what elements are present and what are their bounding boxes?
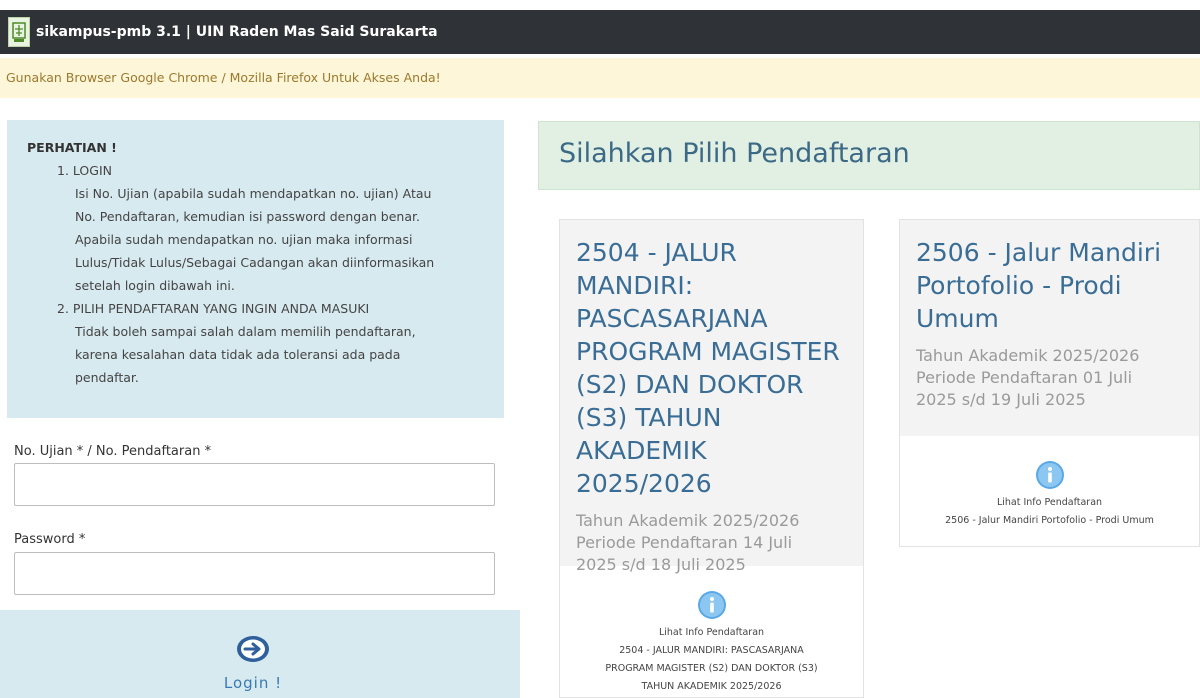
attention-line: Tidak boleh sampai salah dalam memilih p… [75,324,416,339]
exam-number-input[interactable] [14,463,495,506]
password-label: Password * [14,532,86,547]
attention-line: setelah login dibawah ini. [75,278,235,293]
view-info-link[interactable]: Lihat Info Pendaftaran [900,494,1199,512]
card-footer-line: TAHUN AKADEMIK 2025/2026 [641,681,782,692]
attention-item-choose-text: Tidak boleh sampai salah dalam memilih p… [27,320,484,389]
registration-heading: Silahkan Pilih Pendaftaran [559,138,910,169]
card-title-line: 2506 - Jalur Mandiri [916,238,1162,267]
card-footer: Lihat Info Pendaftaran 2504 - JALUR MAND… [560,566,863,696]
card-body: 2506 - Jalur Mandiri Portofolio - Prodi … [900,220,1199,436]
attention-line: Lulus/Tidak Lulus/Sebagai Cadangan akan … [75,255,435,270]
registration-card[interactable]: 2504 - JALUR MANDIRI: PASCASARJANA PROGR… [559,219,864,698]
login-button[interactable]: Login ! [218,634,288,696]
card-title[interactable]: 2506 - Jalur Mandiri Portofolio - Prodi … [916,236,1183,335]
top-strip [0,0,1200,10]
arrow-right-icon[interactable] [235,634,271,668]
login-area: Login ! [0,610,520,698]
attention-line: No. Pendaftaran, kemudian isi password d… [75,209,420,224]
card-meta-line: Periode Pendaftaran 01 Juli [916,368,1133,387]
card-title-line: 2504 - JALUR [576,238,737,267]
card-title-line: (S3) TAHUN [576,403,722,432]
card-title-line: (S2) DAN DOKTOR [576,370,804,399]
campus-logo-icon[interactable] [8,17,30,47]
card-title-line: PROGRAM MAGISTER [576,337,840,366]
attention-line: Apabila sudah mendapatkan no. ujian maka… [75,232,413,247]
info-icon[interactable] [697,590,727,624]
attention-item-login-text: Isi No. Ujian (apabila sudah mendapatkan… [27,182,484,297]
app-title[interactable]: sikampus-pmb 3.1 | UIN Raden Mas Said Su… [36,24,438,40]
card-title-line: Umum [916,304,999,333]
navbar: sikampus-pmb 3.1 | UIN Raden Mas Said Su… [0,10,1200,54]
card-footer: Lihat Info Pendaftaran 2506 - Jalur Mand… [900,436,1199,530]
registration-heading-box: Silahkan Pilih Pendaftaran [538,121,1200,190]
card-footer-line: PROGRAM MAGISTER (S2) DAN DOKTOR (S3) [605,663,818,674]
attention-line: karena kesalahan data tidak ada tolerans… [75,347,401,362]
info-icon[interactable] [1035,460,1065,494]
card-title[interactable]: 2504 - JALUR MANDIRI: PASCASARJANA PROGR… [576,236,847,500]
attention-title: PERHATIAN ! [27,140,117,155]
attention-item-login-heading: 1. LOGIN [57,163,112,178]
attention-line: pendaftar. [75,370,139,385]
card-title-line: AKADEMIK 2025/2026 [576,436,712,498]
card-meta-line: Tahun Akademik 2025/2026 [916,346,1140,365]
card-body: 2504 - JALUR MANDIRI: PASCASARJANA PROGR… [560,220,863,574]
card-title-line: PASCASARJANA [576,304,768,333]
browser-notice-text: Gunakan Browser Google Chrome / Mozilla … [6,70,441,85]
attention-item-choose-heading: 2. PILIH PENDAFTARAN YANG INGIN ANDA MAS… [57,301,370,316]
card-title-line: MANDIRI: [576,271,694,300]
card-meta-line: Tahun Akademik 2025/2026 [576,511,800,530]
card-meta-line: Periode Pendaftaran 14 Juli [576,533,793,552]
card-title-line: Portofolio - Prodi [916,271,1122,300]
password-input[interactable] [14,552,495,595]
view-info-link[interactable]: Lihat Info Pendaftaran [560,624,863,642]
login-label[interactable]: Login ! [224,674,282,692]
card-meta: Tahun Akademik 2025/2026 Periode Pendaft… [916,345,1183,411]
registration-card[interactable]: 2506 - Jalur Mandiri Portofolio - Prodi … [899,219,1200,547]
card-footer-line: 2504 - JALUR MANDIRI: PASCASARJANA [619,645,804,656]
browser-notice: Gunakan Browser Google Chrome / Mozilla … [0,58,1200,98]
card-meta-line: 2025 s/d 19 Juli 2025 [916,390,1086,409]
card-footer-line: 2506 - Jalur Mandiri Portofolio - Prodi … [945,515,1154,526]
attention-line: Isi No. Ujian (apabila sudah mendapatkan… [75,186,432,201]
attention-box: PERHATIAN ! 1. LOGIN Isi No. Ujian (apab… [7,120,504,418]
exam-number-label: No. Ujian * / No. Pendaftaran * [14,444,212,459]
